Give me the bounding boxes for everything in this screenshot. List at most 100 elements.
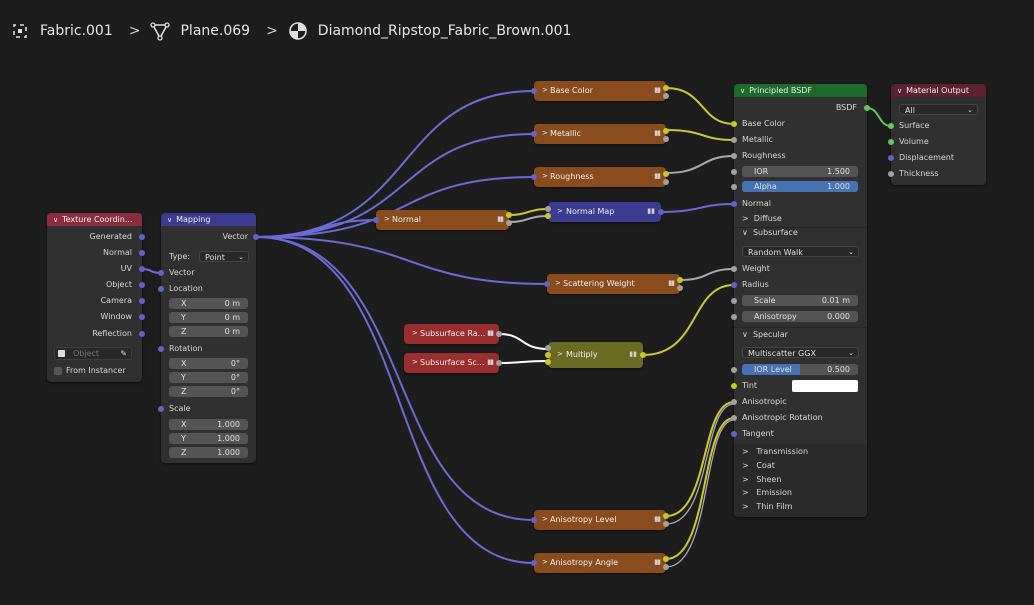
node-header[interactable]: ∨ Material Output [891,84,986,97]
socket-anisotropic-rotation[interactable] [731,415,737,421]
socket-rotation[interactable] [158,346,164,352]
material-output-node[interactable]: ∨ Material Output All ⌄ Surface Volume Di… [888,84,986,185]
socket-thickness[interactable] [888,171,894,177]
socket-camera[interactable] [139,298,145,304]
group-subsurface-radius[interactable]: > Subsurface Ra... ▮▮ [404,324,502,344]
group-base-color[interactable]: > Base Color ▮▮ [531,81,669,101]
chevron-down-icon[interactable]: ∨ [897,87,902,95]
socket-out-color[interactable] [663,128,669,134]
socket-uv[interactable] [139,266,145,272]
socket-out-value[interactable] [677,285,683,291]
socket-surface[interactable] [888,123,894,129]
chevron-right-icon[interactable]: > [542,558,548,566]
socket-out-color[interactable] [506,212,512,218]
subsurface-method-dropdown[interactable]: Random Walk ⌄ [742,246,859,257]
socket-in-a[interactable] [545,352,551,358]
chevron-right-icon[interactable]: > [542,515,548,523]
socket-volume[interactable] [888,139,894,145]
socket-metallic[interactable] [731,137,737,143]
socket-in[interactable] [531,174,537,180]
socket-alpha[interactable] [731,184,737,190]
node-editor-canvas[interactable]: Fabric.001 > Plane.069 > Diamond_Ripstop… [0,0,1034,605]
socket-out-color[interactable] [663,556,669,562]
socket-object[interactable] [139,282,145,288]
rotation-y[interactable]: Y 0° [169,372,248,383]
socket-in-fac[interactable] [545,345,551,351]
socket-out-value[interactable] [663,179,669,185]
socket-out-value[interactable] [506,220,512,226]
panel-thin-film[interactable]: > Thin Film [742,501,792,513]
socket-in[interactable] [531,88,537,94]
chevron-down-icon[interactable]: ∨ [740,87,745,95]
socket-roughness[interactable] [731,153,737,159]
socket-out-color[interactable] [663,85,669,91]
anisotropy-field[interactable]: Anisotropy 0.000 [742,311,858,322]
group-roughness[interactable]: > Roughness ▮▮ [531,167,669,187]
socket-in[interactable] [531,131,537,137]
ior-level-field[interactable]: IOR Level 0.500 [742,364,858,375]
mapping-node[interactable]: ∨ Mapping Vector Type: Point ⌄ Vector Lo… [158,213,259,463]
socket-anisotropic[interactable] [731,399,737,405]
socket-base-color[interactable] [731,121,737,127]
location-y[interactable]: Y 0 m [169,312,248,323]
location-z[interactable]: Z 0 m [169,326,248,337]
group-metallic[interactable]: > Metallic ▮▮ [531,124,669,144]
panel-specular[interactable]: ∨ Specular [742,329,788,341]
chevron-right-icon[interactable]: > [412,358,418,366]
breadcrumb-object[interactable]: Fabric.001 [40,23,113,39]
socket-in[interactable] [544,281,550,287]
panel-diffuse[interactable]: > Diffuse [742,213,782,225]
type-dropdown[interactable]: Point ⌄ [199,251,249,262]
socket-reflection[interactable] [139,331,145,337]
chevron-right-icon[interactable]: > [555,279,561,287]
chevron-down-icon[interactable]: ∨ [167,216,172,224]
socket-out-color[interactable] [677,277,683,283]
group-anisotropy-level[interactable]: > Anisotropy Level ▮▮ [531,510,669,530]
chevron-right-icon[interactable]: > [542,129,548,137]
scale-z[interactable]: Z 1.000 [169,447,248,458]
scale-x[interactable]: X 1.000 [169,419,248,430]
group-normal[interactable]: > Normal ▮▮ [373,210,512,230]
panel-sheen[interactable]: > Sheen [742,474,781,486]
socket-in-strength[interactable] [545,206,551,212]
rotation-x[interactable]: X 0° [169,358,248,369]
socket-scale[interactable] [158,406,164,412]
socket-window[interactable] [139,314,145,320]
node-header[interactable]: ∨ Texture Coordin... [47,213,142,226]
group-subsurface-scale[interactable]: > Subsurface Sc... ▮▮ [404,353,502,373]
chevron-right-icon[interactable]: > [542,86,548,94]
target-dropdown[interactable]: All ⌄ [899,104,978,115]
socket-ior-level[interactable] [731,367,737,373]
socket-normal[interactable] [139,250,145,256]
chevron-right-icon[interactable]: > [557,207,563,215]
ior-field[interactable]: IOR 1.500 [742,166,858,177]
socket-out-color[interactable] [663,171,669,177]
texture-coordinate-node[interactable]: ∨ Texture Coordin... Generated Normal UV… [47,213,145,382]
chevron-right-icon[interactable]: > [542,172,548,180]
breadcrumb-mesh[interactable]: Plane.069 [180,23,250,39]
socket-normal[interactable] [731,201,737,207]
socket-displacement[interactable] [888,155,894,161]
socket-anisotropy[interactable] [731,314,737,320]
panel-coat[interactable]: > Coat [742,460,775,472]
group-anisotropy-angle[interactable]: > Anisotropy Angle ▮▮ [531,553,669,573]
eyedropper-icon[interactable]: ✎ [120,348,127,359]
socket-location[interactable] [158,286,164,292]
scale-field[interactable]: Scale 0.01 m [742,295,858,306]
socket-in[interactable] [373,217,379,223]
socket-in[interactable] [531,517,537,523]
multiply-node[interactable]: > Multiply ▮▮ [545,342,646,368]
socket-out[interactable] [496,331,502,337]
socket-out-normal[interactable] [658,209,664,215]
node-header[interactable]: ∨ Mapping [161,213,256,226]
location-x[interactable]: X 0 m [169,298,248,309]
chevron-down-icon[interactable]: ∨ [53,216,58,224]
socket-out[interactable] [496,360,502,366]
socket-ior[interactable] [731,169,737,175]
alpha-field[interactable]: Alpha 1.000 [742,181,858,192]
socket-scale[interactable] [731,298,737,304]
socket-in[interactable] [531,560,537,566]
group-scattering-weight[interactable]: > Scattering Weight ▮▮ [544,274,683,294]
socket-vector-out[interactable] [253,234,259,240]
socket-in-b[interactable] [545,359,551,365]
